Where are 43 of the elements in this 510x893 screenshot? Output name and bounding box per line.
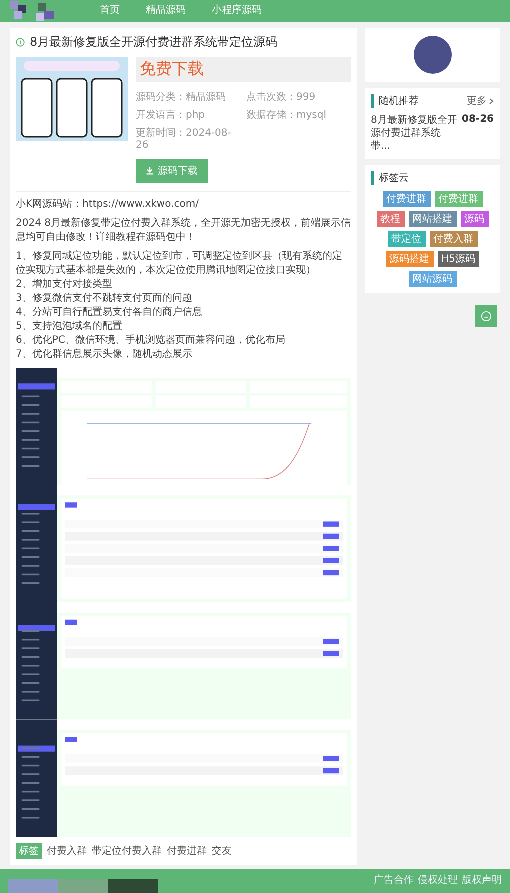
tags-label: 标签 [16, 843, 42, 859]
nav-link[interactable]: 精品源码 [146, 1, 186, 21]
recommend-date: 08-26 [462, 114, 494, 127]
free-download-banner: 免费下载 [136, 57, 351, 82]
download-button[interactable]: 源码下载 [136, 159, 208, 183]
cloud-tag[interactable]: 付费进群 [382, 191, 430, 207]
section-title: 随机推荐 [371, 94, 419, 108]
meta-text: 数据存储：mysql [246, 108, 328, 122]
tag-link[interactable]: 付费进群 [167, 844, 207, 858]
meta-text: 开发语言：php [136, 108, 206, 122]
footer-link[interactable]: 广告合作 [374, 873, 414, 887]
cloud-tag[interactable]: 教程 [376, 211, 404, 227]
nav-link[interactable]: 小程序源码 [212, 1, 262, 21]
tag-link[interactable]: 付费入群 [47, 844, 87, 858]
feature-item: 4、分站可自行配置易支付各自的商户信息 [16, 306, 204, 320]
cloud-tag[interactable]: 源码 [460, 211, 488, 227]
feature-item: 1、修复同城定位功能，默认定位到市，可调整定位到区县（现有系统的定位实现方式基本都是失效的，本次定位使用腾讯地图定位接口实现） [16, 250, 344, 278]
intro-text: 2024 8月最新修复带定位付费入群系统，全开源无加密无授权，前端展示信息均可自由修改！详细教程在源码包中！ [16, 217, 351, 245]
tag-link[interactable]: 带定位付费入群 [92, 844, 162, 858]
meta-text: 源码分类：精品源码 [136, 90, 227, 104]
source-text: 小K网源码站：https://www.xkwo.com/ [16, 198, 200, 212]
cloud-tag[interactable]: 源码搭建 [386, 251, 434, 267]
feature-item: 5、支持泡泡域名的配置 [16, 320, 124, 334]
footer-link[interactable]: 版权声明 [462, 873, 502, 887]
nav-link[interactable]: 首页 [100, 1, 120, 21]
cloud-tag[interactable]: 付费入群 [430, 231, 478, 247]
cloud-tag[interactable]: 付费进群 [434, 191, 482, 207]
more-link[interactable]: 更多 [467, 94, 494, 108]
meta-text: 点击次数：999 [246, 90, 317, 104]
cloud-tag[interactable]: 网站搭建 [408, 211, 456, 227]
cloud-tag[interactable]: 网站源码 [408, 271, 456, 287]
feature-item: 2、增加支付对接类型 [16, 278, 114, 292]
recommend-link[interactable]: 8月最新修复版全开源付费进群系统带... [371, 114, 460, 153]
feature-item: 7、优化群信息展示头像，随机动态展示 [16, 348, 194, 362]
cloud-tag[interactable]: 带定位 [388, 231, 426, 247]
feature-item: 6、优化PC、微信环境、手机浏览器页面兼容问题，优化布局 [16, 334, 286, 348]
feature-item: 3、修复微信支付不跳转支付页面的问题 [16, 292, 194, 306]
article-title: 8月最新修复版全开源付费进群系统带定位源码 [30, 34, 278, 51]
cloud-tag[interactable]: H5源码 [438, 251, 480, 267]
meta-text: 更新时间：2024-08-26 [136, 126, 232, 151]
tag-link[interactable]: 交友 [212, 844, 232, 858]
section-title: 标签云 [371, 171, 494, 185]
footer-link[interactable]: 侵权处理 [418, 873, 458, 887]
